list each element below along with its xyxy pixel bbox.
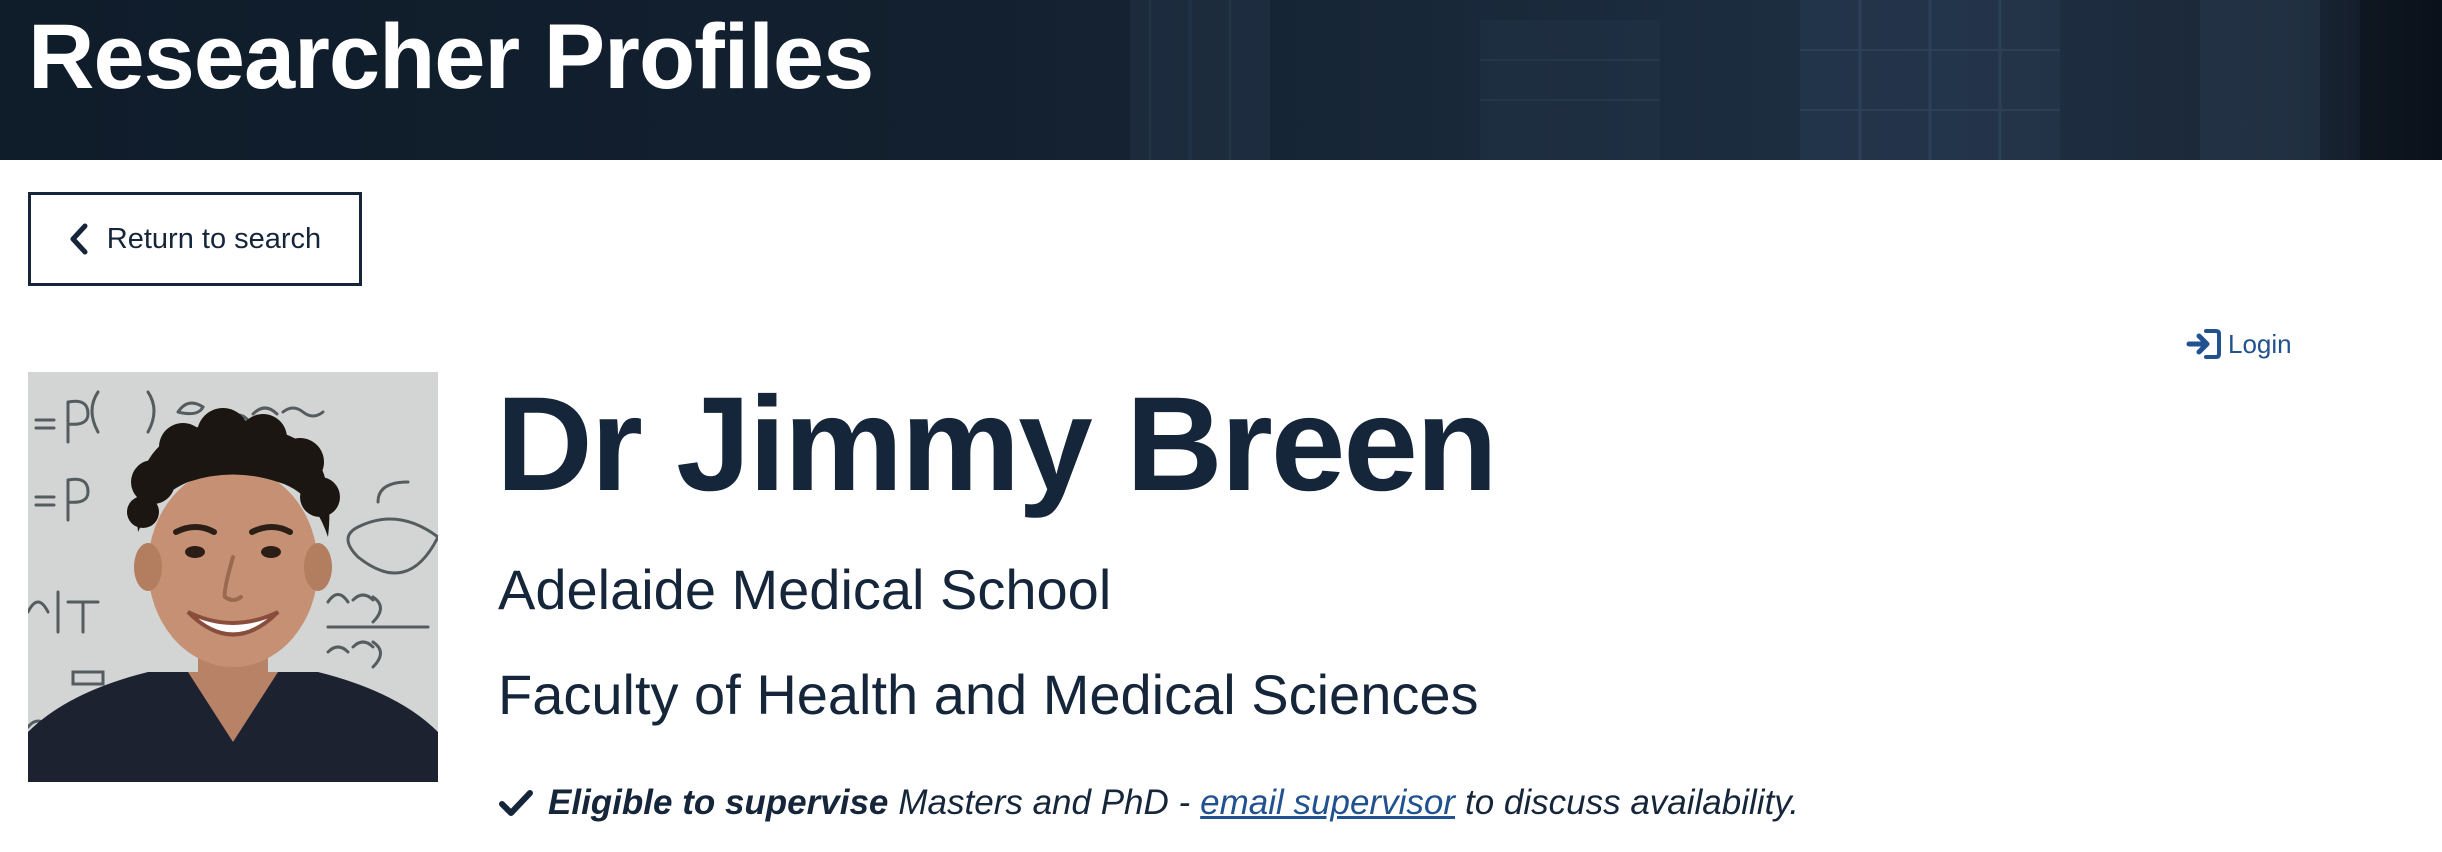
supervision-eligibility: Eligible to supervise Masters and PhD - … xyxy=(498,778,1799,828)
profile-photo xyxy=(28,372,438,782)
supervision-levels: Masters and PhD - xyxy=(898,783,1191,822)
return-to-search-button[interactable]: Return to search xyxy=(28,192,362,286)
eligible-label: Eligible to supervise xyxy=(548,783,889,822)
sign-in-icon xyxy=(2186,329,2221,359)
login-link[interactable]: Login xyxy=(2186,328,2292,360)
check-icon xyxy=(499,790,533,816)
researcher-name: Dr Jimmy Breen xyxy=(496,370,1498,519)
supervision-suffix: to discuss availability. xyxy=(1464,783,1799,822)
banner-background-image xyxy=(1130,0,2442,160)
faculty-name: Faculty of Health and Medical Sciences xyxy=(498,663,1479,726)
page-title: Researcher Profiles xyxy=(28,6,874,108)
chevron-left-icon xyxy=(70,223,88,255)
return-to-search-label: Return to search xyxy=(106,222,322,255)
header-banner: Researcher Profiles xyxy=(0,0,2442,160)
email-supervisor-link[interactable]: email supervisor xyxy=(1200,778,1455,828)
login-label: Login xyxy=(2228,328,2292,359)
school-name: Adelaide Medical School xyxy=(498,558,1112,621)
